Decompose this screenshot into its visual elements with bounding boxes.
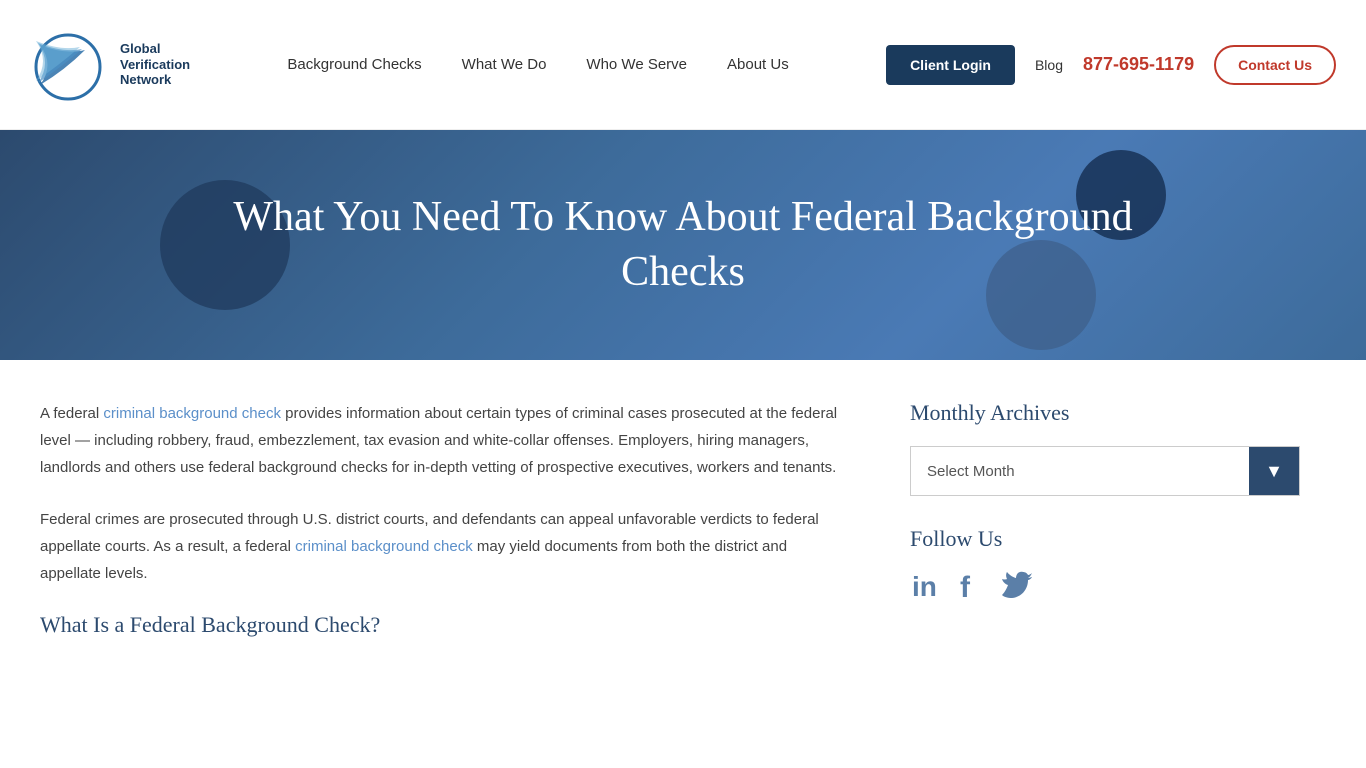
nav-who-we-serve[interactable]: Who We Serve xyxy=(586,56,687,73)
content-area: A federal criminal background check prov… xyxy=(40,400,910,638)
content-paragraph-1: A federal criminal background check prov… xyxy=(40,400,850,481)
logo-line3: Network xyxy=(120,72,190,88)
nav-about-us[interactable]: About Us xyxy=(727,56,789,73)
follow-us-title: Follow Us xyxy=(910,526,1300,552)
svg-text:in: in xyxy=(912,571,937,600)
hero-banner: What You Need To Know About Federal Back… xyxy=(0,130,1366,360)
main-content: A federal criminal background check prov… xyxy=(0,360,1366,678)
sidebar: Monthly Archives Select Month ▼ Follow U… xyxy=(910,400,1300,638)
facebook-icon[interactable]: f xyxy=(960,570,980,608)
section-subtitle: What Is a Federal Background Check? xyxy=(40,612,850,638)
para1-text-start: A federal xyxy=(40,405,103,422)
logo-icon xyxy=(30,15,110,115)
chevron-down-icon: ▼ xyxy=(1265,461,1283,482)
archives-title: Monthly Archives xyxy=(910,400,1300,426)
header-left: Global Verification Network xyxy=(30,15,190,115)
phone-number[interactable]: 877-695-1179 xyxy=(1083,54,1194,75)
client-login-button[interactable]: Client Login xyxy=(886,45,1015,85)
select-month-wrapper: Select Month ▼ xyxy=(910,446,1300,496)
logo-link[interactable]: Global Verification Network xyxy=(30,15,190,115)
blog-link[interactable]: Blog xyxy=(1035,57,1063,73)
svg-text:f: f xyxy=(960,571,971,600)
twitter-icon[interactable] xyxy=(1000,571,1032,608)
main-nav: Background Checks What We Do Who We Serv… xyxy=(287,56,788,73)
select-month-label: Select Month xyxy=(911,451,1249,492)
contact-us-button[interactable]: Contact Us xyxy=(1214,45,1336,85)
nav-what-we-do[interactable]: What We Do xyxy=(462,56,547,73)
select-month-button[interactable]: ▼ xyxy=(1249,447,1299,495)
logo-text: Global Verification Network xyxy=(120,41,190,88)
para1-link1[interactable]: criminal background check xyxy=(103,405,281,422)
logo-line2: Verification xyxy=(120,57,190,73)
content-paragraph-2: Federal crimes are prosecuted through U.… xyxy=(40,506,850,587)
header-right: Client Login Blog 877-695-1179 Contact U… xyxy=(886,45,1336,85)
hero-title: What You Need To Know About Federal Back… xyxy=(233,190,1133,299)
linkedin-icon[interactable]: in xyxy=(910,570,940,608)
logo-line1: Global xyxy=(120,41,190,57)
nav-background-checks[interactable]: Background Checks xyxy=(287,56,421,73)
para2-link[interactable]: criminal background check xyxy=(295,538,473,555)
site-header: Global Verification Network Background C… xyxy=(0,0,1366,130)
social-icons-container: in f xyxy=(910,570,1300,608)
